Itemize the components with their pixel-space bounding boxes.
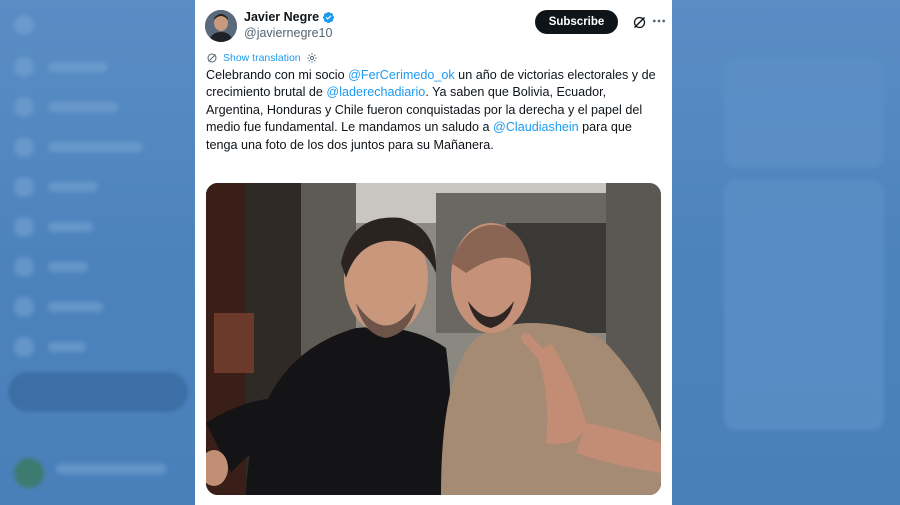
blurred-nav-item bbox=[14, 57, 108, 77]
verified-badge-icon bbox=[323, 11, 335, 23]
blurred-nav-item bbox=[14, 137, 143, 157]
subscribe-button[interactable]: Subscribe bbox=[535, 10, 618, 34]
author-name-line: Javier Negre bbox=[244, 10, 335, 24]
mention-link[interactable]: @laderechadiario bbox=[326, 85, 425, 99]
tweet-card: Javier Negre @javiernegre10 Subscribe Sh… bbox=[195, 0, 672, 505]
blurred-nav-item bbox=[14, 177, 98, 197]
blurred-nav-item bbox=[14, 257, 88, 277]
blurred-nav-item bbox=[14, 97, 118, 117]
blurred-post-button bbox=[8, 372, 188, 412]
more-options-icon[interactable] bbox=[651, 13, 667, 29]
tweet-photo[interactable] bbox=[206, 183, 661, 495]
mention-link[interactable]: @FerCerimedo_ok bbox=[348, 68, 455, 82]
mention-link[interactable]: @Claudiashein bbox=[493, 120, 579, 134]
blurred-nav-item bbox=[14, 337, 86, 357]
author-handle[interactable]: @javiernegre10 bbox=[244, 26, 332, 40]
author-avatar[interactable] bbox=[205, 10, 237, 42]
blurred-nav-item bbox=[14, 217, 93, 237]
tweet-text: Celebrando con mi socio @FerCerimedo_ok … bbox=[206, 67, 661, 154]
grok-icon[interactable] bbox=[632, 15, 647, 30]
blurred-account-avatar bbox=[14, 458, 44, 488]
blurred-account-name bbox=[56, 462, 166, 476]
blurred-right-sidebar bbox=[672, 0, 900, 505]
show-translation-link[interactable]: Show translation bbox=[223, 52, 301, 64]
gear-icon[interactable] bbox=[306, 52, 318, 64]
translate-icon bbox=[207, 53, 217, 63]
blurred-widget bbox=[724, 180, 884, 430]
blurred-nav-item bbox=[14, 297, 103, 317]
author-name[interactable]: Javier Negre bbox=[244, 10, 319, 24]
tweet-text-segment: Celebrando con mi socio bbox=[206, 68, 349, 82]
translate-row: Show translation bbox=[206, 52, 318, 64]
blurred-nav-item bbox=[14, 15, 34, 35]
blurred-widget bbox=[724, 58, 884, 168]
tweet-header: Javier Negre @javiernegre10 Subscribe bbox=[205, 8, 665, 44]
selfie-photo-illustration bbox=[206, 183, 661, 495]
blurred-left-sidebar bbox=[0, 0, 195, 505]
